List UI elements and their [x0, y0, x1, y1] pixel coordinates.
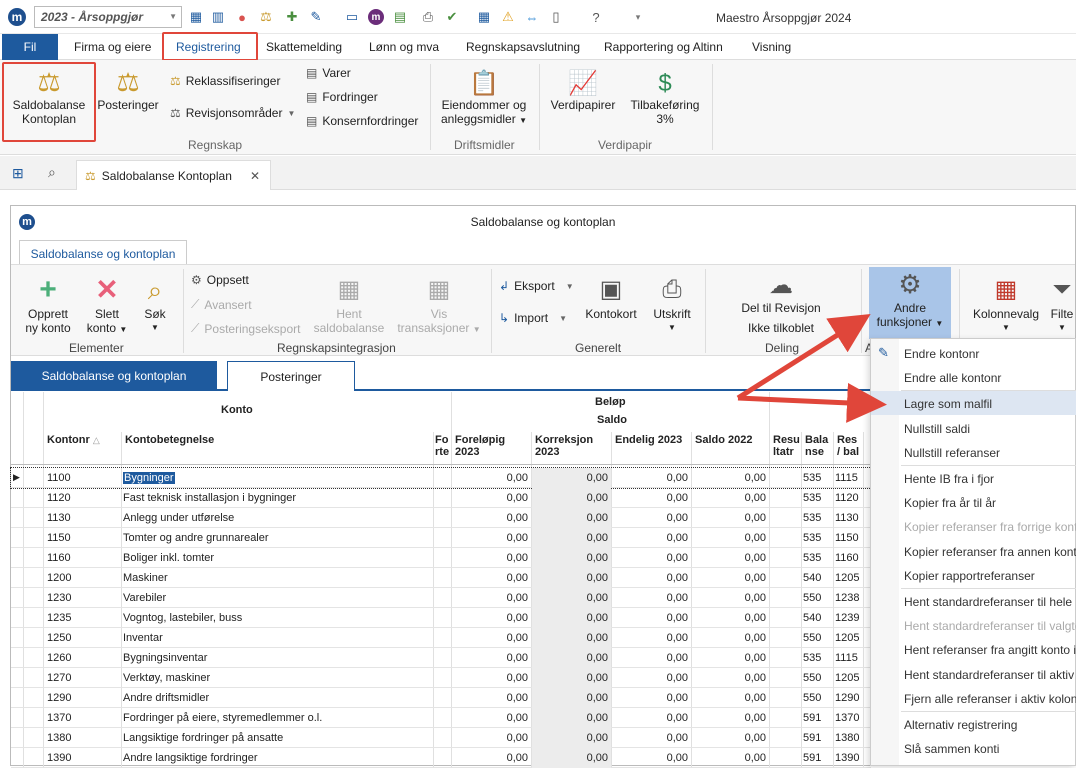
annotation-arrows: [736, 313, 887, 423]
arrow-to-andre-funksjoner: [736, 313, 871, 401]
arrow-to-lagre-som-malfil: [737, 382, 887, 423]
